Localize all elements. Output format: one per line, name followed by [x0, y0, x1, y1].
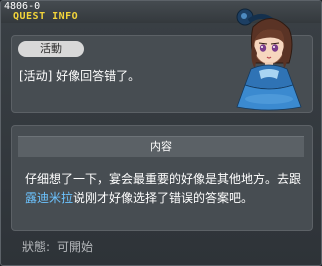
quest-info-window: 4806-0 QUEST INFO 活動 [活动] 好像回答错了。 内容 仔细想…: [0, 0, 322, 266]
description-text-1: 仔细想了一下，宴会最重要的好像是其他地方。去跟: [25, 172, 302, 186]
status-value: 可開始: [57, 240, 94, 254]
description-text-2: 说刚才好像选择了错误的答案吧。: [73, 191, 254, 205]
quest-category-tag: 活動: [18, 41, 84, 57]
window-title: QUEST INFO: [13, 11, 79, 22]
status-label: 狀態:: [22, 240, 51, 254]
quest-name: [活动] 好像回答错了。: [19, 69, 141, 83]
quest-content-panel: 内容 仔细想了一下，宴会最重要的好像是其他地方。去跟露迪米拉说刚才好像选择了错误…: [11, 125, 313, 231]
content-header: 内容: [18, 136, 304, 157]
npc-name-link[interactable]: 露迪米拉: [25, 191, 73, 205]
npc-portrait-icon: [236, 8, 302, 111]
quest-description: 仔细想了一下，宴会最重要的好像是其他地方。去跟露迪米拉说刚才好像选择了错误的答案…: [25, 170, 307, 208]
